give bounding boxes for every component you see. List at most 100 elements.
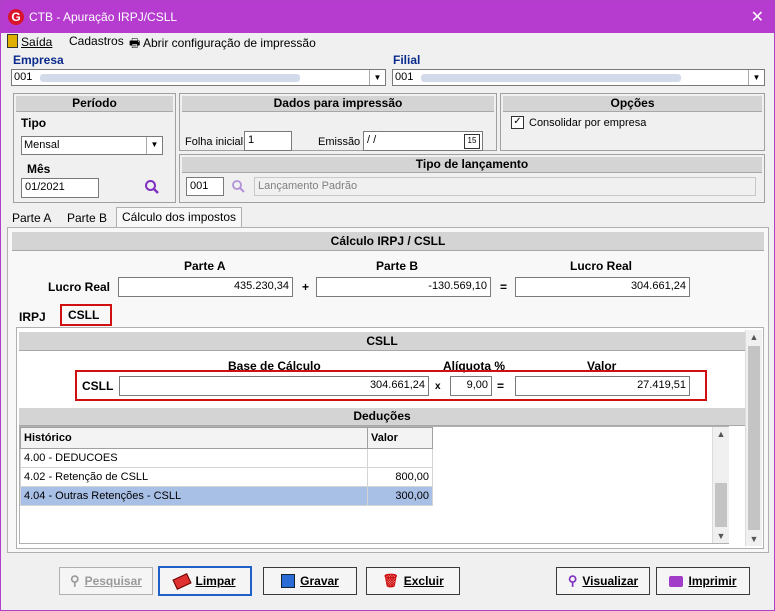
eraser-icon: [172, 572, 193, 590]
print-data-header: Dados para impressão: [182, 96, 494, 112]
scroll-thumb[interactable]: [715, 483, 727, 527]
rate-col-label: Alíquota %: [443, 359, 505, 373]
value-cell: [367, 448, 433, 468]
month-input[interactable]: 01/2021: [21, 178, 99, 198]
times-sign: x: [435, 381, 441, 392]
history-cell: 4.04 - Outras Retenções - CSLL: [20, 486, 368, 506]
printer-icon: 🖶: [129, 36, 141, 50]
plus-sign: +: [302, 280, 310, 294]
menu-exit[interactable]: Saída: [7, 34, 52, 49]
tax-calc-panel: Cálculo IRPJ / CSLL Parte A Parte B Lucr…: [7, 227, 769, 553]
menu-bar: Saída Cadastros 🖶 Abrir configuração de …: [1, 33, 774, 51]
close-icon[interactable]: ✕: [751, 7, 764, 27]
tab-csll[interactable]: CSLL: [63, 306, 105, 324]
save-button[interactable]: Gravar: [263, 567, 357, 595]
issue-date-input[interactable]: / / 15: [363, 131, 483, 151]
table-header-row: Histórico Valor: [20, 427, 433, 449]
value-col-label: Valor: [587, 359, 617, 373]
table-row[interactable]: 4.02 - Retenção de CSLL 800,00: [20, 467, 433, 487]
equals-sign: =: [497, 379, 505, 393]
deductions-table: Histórico Valor 4.00 - DEDUCOES 4.02 - R…: [20, 427, 433, 506]
tab-tax-calculation[interactable]: Cálculo dos impostos: [116, 207, 243, 228]
type-label: Tipo: [21, 116, 47, 130]
initial-sheet-input[interactable]: 1: [244, 131, 292, 151]
period-header: Período: [16, 96, 173, 112]
equals-sign: =: [500, 280, 508, 294]
history-column-header[interactable]: Histórico: [20, 427, 368, 449]
tab-part-b[interactable]: Parte B: [62, 209, 112, 227]
company-select[interactable]: 001 ▼: [11, 69, 386, 86]
app-logo-icon: G: [8, 9, 24, 25]
scroll-thumb[interactable]: [748, 346, 760, 530]
magnifier-icon: ⚲: [567, 573, 578, 588]
csll-base-value: 304.661,24: [119, 376, 429, 396]
search-icon: ⚲: [70, 573, 80, 588]
csll-panel-scrollbar[interactable]: ▲ ▼: [745, 330, 762, 546]
deductions-grid: Histórico Valor 4.00 - DEDUCOES 4.02 - R…: [19, 426, 729, 544]
type-value: Mensal: [24, 139, 60, 151]
chevron-down-icon[interactable]: ▼: [369, 70, 385, 85]
csll-row-label: CSLL: [82, 379, 114, 393]
delete-button[interactable]: 🗑 Excluir: [366, 567, 460, 595]
csll-panel: CSLL Base de Cálculo Alíquota % Valor CS…: [16, 327, 764, 549]
branch-name-redacted: [421, 74, 681, 82]
branch-select[interactable]: 001 ▼: [392, 69, 765, 86]
trash-icon: 🗑: [382, 573, 399, 588]
view-button-label: Visualizar: [582, 574, 639, 588]
scroll-down-icon[interactable]: ▼: [713, 529, 729, 543]
options-header: Opções: [503, 96, 762, 112]
deductions-scrollbar[interactable]: ▲ ▼: [712, 427, 729, 543]
print-data-group: Dados para impressão Folha inicial 1 Emi…: [179, 93, 497, 151]
base-col-label: Base de Cálculo: [228, 359, 321, 373]
csll-value: 27.419,51: [515, 376, 690, 396]
view-button[interactable]: ⚲ Visualizar: [556, 567, 650, 595]
exit-icon: [7, 34, 18, 48]
scroll-up-icon[interactable]: ▲: [713, 427, 729, 441]
menu-print-config-label: Abrir configuração de impressão: [143, 36, 316, 50]
table-row[interactable]: 4.04 - Outras Retenções - CSLL 300,00: [20, 486, 433, 506]
calendar-icon[interactable]: 15: [464, 134, 480, 149]
value-cell: 800,00: [367, 467, 433, 487]
table-row[interactable]: 4.00 - DEDUCOES: [20, 448, 433, 468]
scroll-up-icon[interactable]: ▲: [746, 330, 762, 344]
window-title: CTB - Apuração IRPJ/CSLL: [29, 10, 178, 24]
search-button[interactable]: ⚲ Pesquisar: [59, 567, 153, 595]
options-group: Opções ✓ Consolidar por empresa: [500, 93, 765, 151]
chevron-down-icon[interactable]: ▼: [748, 70, 764, 85]
issue-date-label: Emissão: [318, 136, 361, 148]
branch-label: Filial: [393, 53, 421, 67]
type-select[interactable]: Mensal ▼: [21, 136, 163, 155]
part-a-col-label: Parte A: [184, 259, 226, 273]
history-cell: 4.00 - DEDUCOES: [20, 448, 368, 468]
main-window: G CTB - Apuração IRPJ/CSLL ✕ Saída Cadas…: [0, 0, 775, 611]
chevron-down-icon[interactable]: ▼: [146, 137, 162, 154]
tab-irpj[interactable]: IRPJ: [14, 308, 51, 326]
real-profit-row-label: Lucro Real: [48, 280, 111, 294]
save-button-label: Gravar: [300, 574, 339, 588]
real-profit-col-label: Lucro Real: [570, 259, 633, 273]
value-column-header[interactable]: Valor: [367, 427, 433, 449]
entry-type-group: Tipo de lançamento 001 Lançamento Padrão: [179, 154, 765, 203]
part-a-value: 435.230,34: [118, 277, 293, 297]
menu-registers[interactable]: Cadastros: [69, 34, 124, 48]
consolidate-checkbox[interactable]: ✓: [511, 116, 524, 129]
search-icon[interactable]: [231, 179, 246, 194]
consolidate-label: Consolidar por empresa: [529, 117, 647, 129]
entry-type-header: Tipo de lançamento: [182, 157, 762, 173]
print-button[interactable]: Imprimir: [656, 567, 750, 595]
search-icon[interactable]: [144, 179, 160, 195]
value-cell: 300,00: [367, 486, 433, 506]
part-b-col-label: Parte B: [376, 259, 419, 273]
print-button-label: Imprimir: [688, 574, 737, 588]
month-label: Mês: [27, 162, 51, 176]
scroll-down-icon[interactable]: ▼: [746, 532, 762, 546]
printer-icon: [669, 575, 684, 587]
clear-button[interactable]: Limpar: [158, 566, 252, 596]
entry-type-code-input[interactable]: 001: [186, 177, 224, 196]
tab-part-a[interactable]: Parte A: [7, 209, 56, 227]
menu-print-config[interactable]: 🖶 Abrir configuração de impressão: [129, 34, 316, 55]
company-name-redacted: [40, 74, 300, 82]
company-label: Empresa: [13, 53, 64, 67]
clear-button-label: Limpar: [195, 574, 236, 588]
company-code: 001: [14, 71, 33, 83]
